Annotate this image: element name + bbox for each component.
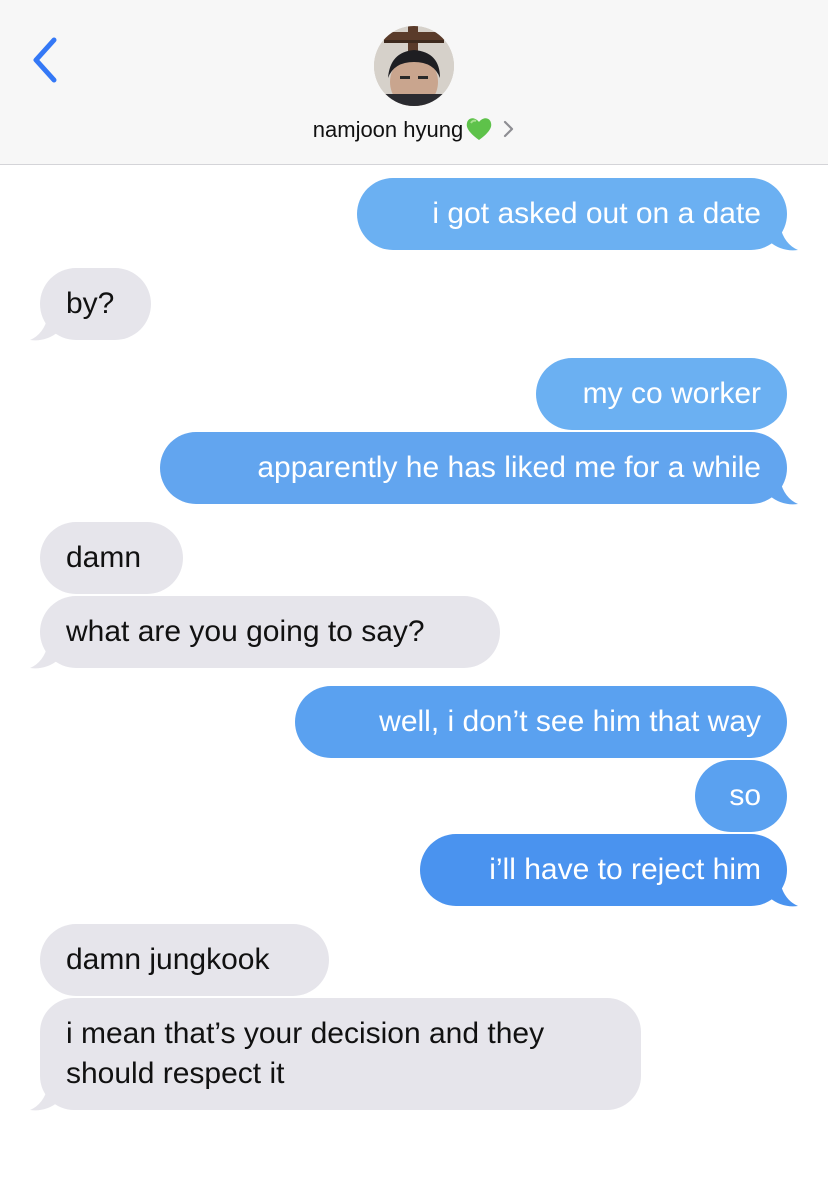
sent-message-bubble[interactable]: so: [695, 760, 787, 832]
sent-message-bubble[interactable]: i’ll have to reject him: [420, 834, 787, 906]
chevron-right-icon: [503, 114, 515, 150]
contact-name: namjoon hyung: [312, 117, 464, 142]
contact-avatar[interactable]: [374, 26, 454, 106]
received-message-bubble[interactable]: what are you going to say?: [40, 596, 500, 668]
sent-message-bubble[interactable]: my co worker: [536, 358, 787, 430]
contact-details-button[interactable]: namjoon hyung: [0, 112, 828, 148]
sent-message-bubble[interactable]: i got asked out on a date: [357, 178, 787, 250]
received-message-bubble[interactable]: i mean that’s your decision and they sho…: [40, 998, 641, 1110]
bubble-tail: [770, 226, 798, 251]
sent-message-bubble[interactable]: well, i don’t see him that way: [295, 686, 787, 758]
received-message-bubble[interactable]: damn jungkook: [40, 924, 329, 996]
avatar-photo: [374, 26, 454, 106]
bubble-tail: [770, 480, 798, 505]
received-message-bubble[interactable]: damn: [40, 522, 183, 594]
bubble-tail: [30, 644, 58, 669]
bubble-tail: [770, 882, 798, 907]
chevron-left-icon: [33, 37, 57, 83]
green-heart-icon: [465, 115, 493, 154]
back-button[interactable]: [22, 30, 72, 90]
conversation-header: namjoon hyung: [0, 0, 828, 165]
bubble-tail: [30, 1086, 58, 1111]
bubble-tail: [30, 316, 58, 341]
sent-message-bubble[interactable]: apparently he has liked me for a while: [160, 432, 787, 504]
